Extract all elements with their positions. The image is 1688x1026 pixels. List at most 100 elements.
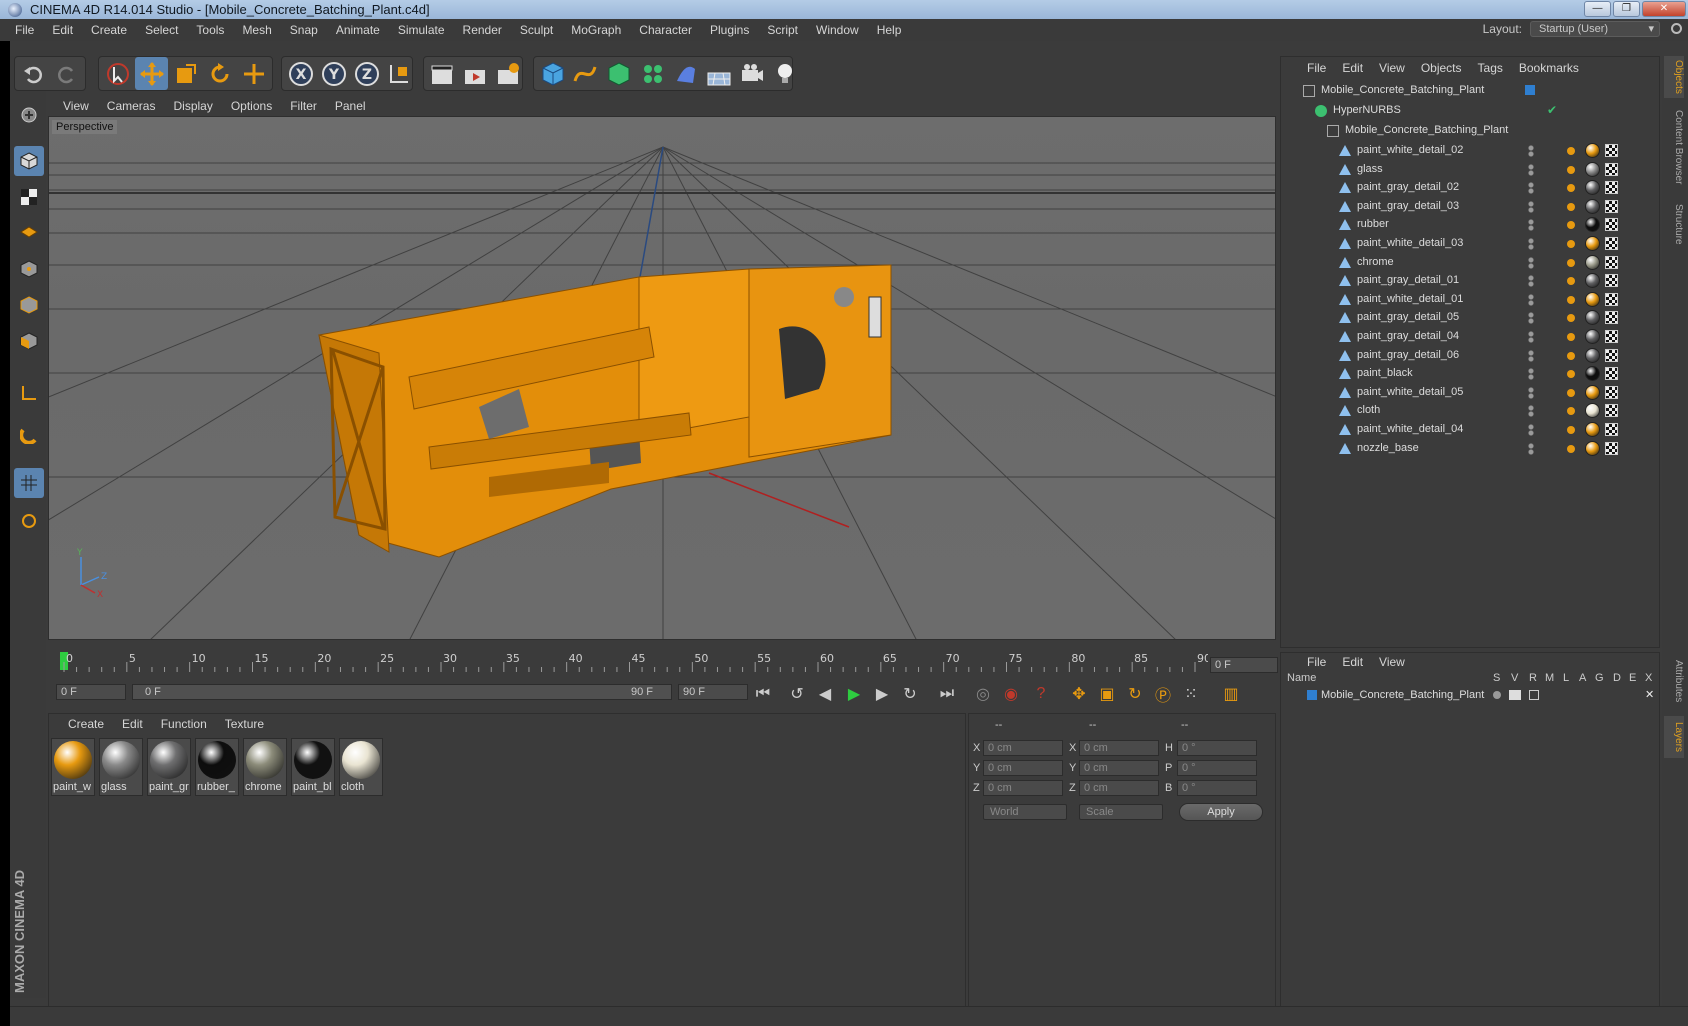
end-frame-field[interactable]: 90 F [678,684,748,700]
z-axis-lock-button[interactable]: Z [350,57,383,90]
viewport-menu-panel[interactable]: Panel [326,99,375,113]
uvw-tag-icon[interactable] [1605,423,1618,436]
uvw-tag-icon[interactable] [1605,367,1618,381]
key-parameter-button[interactable]: Ⓟ [1152,682,1174,706]
key-scale-button[interactable]: ▣ [1096,682,1118,706]
object-menu-objects[interactable]: Objects [1413,61,1470,75]
layer-menu-edit[interactable]: Edit [1334,655,1371,669]
material-swatch[interactable]: rubber_ [195,738,239,796]
render-picture-viewer-button[interactable] [458,57,491,90]
render-view-button[interactable] [425,57,458,90]
menu-plugins[interactable]: Plugins [701,23,758,37]
coord-rot-h-field[interactable]: 0 ° [1177,740,1257,756]
menu-window[interactable]: Window [807,23,868,37]
menu-render[interactable]: Render [454,23,511,37]
object-row[interactable]: paint_gray_detail_01 [1285,271,1657,291]
material-tag-icon[interactable] [1585,236,1600,251]
menu-script[interactable]: Script [758,23,807,37]
menu-sculpt[interactable]: Sculpt [511,23,562,37]
points-mode-button[interactable] [14,254,44,284]
object-row-group[interactable]: Mobile_Concrete_Batching_Plant [1285,121,1657,141]
live-selection-button[interactable] [101,57,134,90]
keyframe-selection-button[interactable]: ? [1030,682,1052,706]
size-mode-select[interactable]: Scale [1079,804,1163,820]
uvw-tag-icon[interactable] [1605,385,1618,399]
tab-attributes[interactable]: Attributes [1664,652,1684,710]
visibility-dots-icon[interactable] [1527,386,1535,399]
material-menu-create[interactable]: Create [59,717,113,731]
previous-frame-button[interactable]: ◀ [814,682,836,706]
coordinate-mode-select[interactable]: World [983,804,1067,820]
key-position-button[interactable]: ✥ [1068,682,1090,706]
object-row[interactable]: nozzle_base [1285,439,1657,459]
object-row-root[interactable]: Mobile_Concrete_Batching_Plant [1285,81,1657,101]
tab-content-browser[interactable]: Content Browser [1664,102,1684,192]
material-menu-function[interactable]: Function [152,717,216,731]
material-menu-edit[interactable]: Edit [113,717,152,731]
add-cube-button[interactable] [536,57,569,90]
frame-range-slider[interactable]: 0 F 90 F [132,684,672,700]
phong-tag-icon[interactable] [1567,277,1575,286]
material-tag-icon[interactable] [1585,180,1600,196]
visibility-dots-icon[interactable] [1527,275,1535,288]
viewport-menu-display[interactable]: Display [164,99,221,113]
add-spline-button[interactable] [568,57,601,90]
visibility-dots-icon[interactable] [1527,424,1535,436]
coord-pos-x-field[interactable]: 0 cm [983,740,1063,756]
visibility-dots-icon[interactable] [1527,293,1535,306]
material-tag-icon[interactable] [1585,254,1600,270]
phong-tag-icon[interactable] [1567,165,1575,174]
next-key-button[interactable]: ↻ [899,682,921,706]
search-icon[interactable] [1671,23,1682,34]
object-row[interactable]: paint_gray_detail_03 [1285,197,1657,217]
coord-size-x-field[interactable]: 0 cm [1079,740,1159,756]
object-menu-edit[interactable]: Edit [1334,61,1371,75]
object-row[interactable]: paint_white_detail_01 [1285,290,1657,310]
material-swatch[interactable]: paint_gr [147,738,191,796]
material-tag-icon[interactable] [1585,422,1600,437]
layer-menu-file[interactable]: File [1299,655,1334,669]
material-swatch[interactable]: cloth [339,738,383,796]
layer-solo-toggle[interactable] [1493,691,1501,699]
timeline-window-button[interactable]: ▥ [1220,682,1242,706]
add-nurbs-button[interactable] [602,57,635,90]
object-row[interactable]: chrome [1285,253,1657,273]
coord-rot-p-field[interactable]: 0 ° [1177,760,1257,776]
material-tag-icon[interactable] [1585,273,1600,289]
phong-tag-icon[interactable] [1567,221,1575,230]
visibility-dots-icon[interactable] [1527,368,1535,381]
material-tag-icon[interactable] [1585,347,1600,363]
material-tag-icon[interactable] [1585,403,1600,419]
object-row[interactable]: paint_white_detail_05 [1285,383,1657,403]
visibility-dots-icon[interactable] [1527,219,1535,232]
object-row[interactable]: cloth [1285,401,1657,421]
material-menu-texture[interactable]: Texture [216,717,273,731]
go-to-end-button[interactable]: ⏭ [936,682,958,706]
uvw-tag-icon[interactable] [1605,237,1618,250]
menu-edit[interactable]: Edit [43,23,82,37]
object-row[interactable]: paint_gray_detail_05 [1285,308,1657,328]
visibility-dots-icon[interactable] [1527,442,1535,455]
uvw-tag-icon[interactable] [1605,348,1618,362]
layout-select[interactable]: Startup (User) [1530,21,1660,37]
play-button[interactable]: ▶ [843,682,865,706]
visibility-dots-icon[interactable] [1527,182,1535,195]
uvw-tag-icon[interactable] [1605,144,1618,157]
object-row[interactable]: paint_gray_detail_04 [1285,327,1657,347]
rotate-tool-button[interactable] [203,57,236,90]
object-menu-bookmarks[interactable]: Bookmarks [1511,61,1587,75]
uvw-tag-icon[interactable] [1605,181,1618,195]
tweak-mode-button[interactable] [14,420,44,450]
x-axis-lock-button[interactable]: X [284,57,317,90]
material-swatch[interactable]: paint_w [51,738,95,796]
phong-tag-icon[interactable] [1567,295,1575,304]
phong-tag-icon[interactable] [1567,426,1575,434]
perspective-viewport[interactable]: Y Z X Perspective [48,116,1276,640]
go-to-start-button[interactable]: ⏮ [752,682,774,706]
add-environment-button[interactable] [702,57,735,90]
y-axis-lock-button[interactable]: Y [317,57,350,90]
key-pla-button[interactable]: ⁙ [1180,682,1202,706]
object-row[interactable]: glass [1285,160,1657,180]
phong-tag-icon[interactable] [1567,240,1575,248]
axis-mode-button[interactable] [14,378,44,408]
